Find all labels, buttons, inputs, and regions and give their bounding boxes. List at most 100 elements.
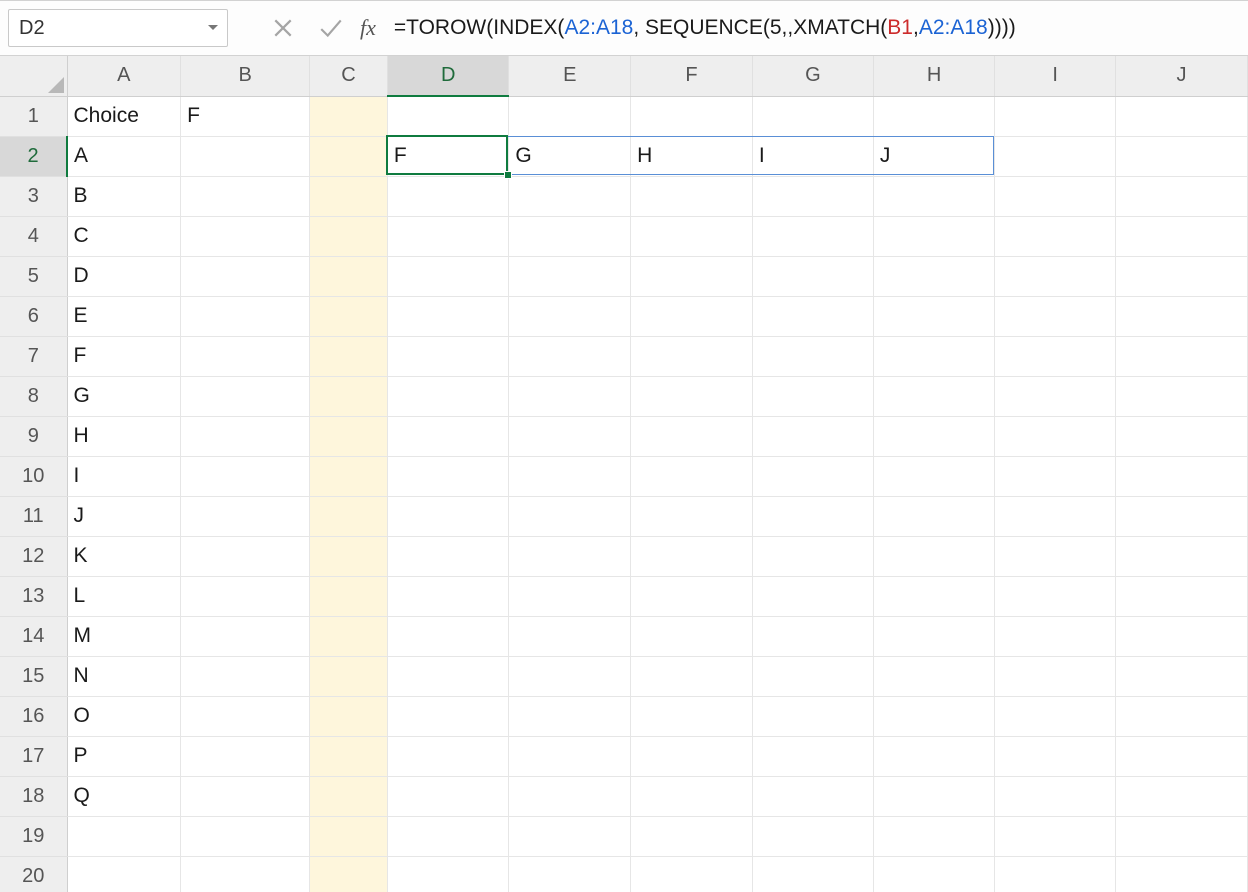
cell[interactable]: P [67,736,181,776]
cell[interactable] [752,296,873,336]
cell[interactable] [387,776,509,816]
cell[interactable] [995,416,1116,456]
cell[interactable] [181,616,310,656]
cell[interactable] [873,376,994,416]
cell[interactable] [310,616,388,656]
cell[interactable] [873,456,994,496]
cell[interactable] [181,256,310,296]
cell[interactable] [310,736,388,776]
cell[interactable] [752,376,873,416]
row-header[interactable]: 13 [0,576,67,616]
column-header[interactable]: E [509,56,631,96]
cell[interactable] [1115,296,1247,336]
cell[interactable] [181,376,310,416]
cell[interactable]: F [181,96,310,136]
cell[interactable] [873,216,994,256]
cell[interactable]: G [67,376,181,416]
cell[interactable] [310,216,388,256]
cell[interactable] [387,296,509,336]
cell[interactable] [310,856,388,892]
cell[interactable] [1115,456,1247,496]
cell[interactable] [310,256,388,296]
cell[interactable]: I [67,456,181,496]
cell[interactable] [387,416,509,456]
cell[interactable]: Q [67,776,181,816]
column-header[interactable]: I [995,56,1116,96]
cell[interactable] [387,96,509,136]
cell[interactable] [1115,216,1247,256]
cell[interactable] [995,536,1116,576]
cell[interactable] [631,456,753,496]
cell[interactable] [509,856,631,892]
row-header[interactable]: 10 [0,456,67,496]
cell[interactable] [387,536,509,576]
cell[interactable]: H [67,416,181,456]
cell[interactable] [995,776,1116,816]
cell[interactable] [509,656,631,696]
cell[interactable] [752,736,873,776]
cell[interactable] [631,176,753,216]
cell[interactable] [995,736,1116,776]
cell[interactable]: K [67,536,181,576]
cell[interactable] [310,656,388,696]
cell[interactable] [631,496,753,536]
fx-label[interactable]: fx [360,15,376,41]
column-header[interactable]: D [387,56,509,96]
row-header[interactable]: 19 [0,816,67,856]
cell[interactable] [181,656,310,696]
cell[interactable] [181,536,310,576]
cell[interactable] [67,856,181,892]
cell[interactable] [752,496,873,536]
cell[interactable] [181,776,310,816]
cell[interactable] [752,616,873,656]
spreadsheet-grid[interactable]: ABCDEFGHIJ1ChoiceF2AFGHIJ3B4C5D6E7F8G9H1… [0,56,1248,892]
cell[interactable] [1115,656,1247,696]
cell[interactable] [995,616,1116,656]
row-header[interactable]: 9 [0,416,67,456]
select-all-corner[interactable] [0,56,67,96]
cell[interactable] [1115,96,1247,136]
formula-input[interactable]: =TOROW(INDEX(A2:A18, SEQUENCE(5,,XMATCH(… [390,9,1240,47]
cell[interactable] [995,96,1116,136]
row-header[interactable]: 11 [0,496,67,536]
cell[interactable] [995,216,1116,256]
cell[interactable]: I [752,136,873,176]
cancel-icon[interactable] [268,13,298,43]
cell[interactable] [995,456,1116,496]
cell[interactable] [509,536,631,576]
cell[interactable] [752,656,873,696]
cell[interactable] [873,496,994,536]
cell[interactable] [310,816,388,856]
cell[interactable] [873,536,994,576]
column-header[interactable]: J [1115,56,1247,96]
cell[interactable] [509,216,631,256]
cell[interactable] [995,256,1116,296]
cell[interactable] [181,576,310,616]
check-icon[interactable] [316,13,346,43]
row-header[interactable]: 3 [0,176,67,216]
cell[interactable] [631,296,753,336]
cell[interactable] [995,176,1116,216]
cell[interactable] [387,456,509,496]
cell[interactable] [1115,696,1247,736]
cell[interactable] [181,816,310,856]
cell[interactable] [310,496,388,536]
cell[interactable] [631,616,753,656]
cell[interactable] [873,696,994,736]
cell[interactable] [387,376,509,416]
cell[interactable] [752,416,873,456]
row-header[interactable]: 17 [0,736,67,776]
cell[interactable] [509,496,631,536]
cell[interactable] [752,576,873,616]
row-header[interactable]: 4 [0,216,67,256]
cell[interactable] [310,536,388,576]
cell[interactable] [631,256,753,296]
cell[interactable] [387,496,509,536]
row-header[interactable]: 6 [0,296,67,336]
cell[interactable] [387,616,509,656]
cell[interactable] [631,216,753,256]
column-header[interactable]: G [752,56,873,96]
cell[interactable] [1115,136,1247,176]
cell[interactable] [1115,616,1247,656]
column-header[interactable]: A [67,56,181,96]
